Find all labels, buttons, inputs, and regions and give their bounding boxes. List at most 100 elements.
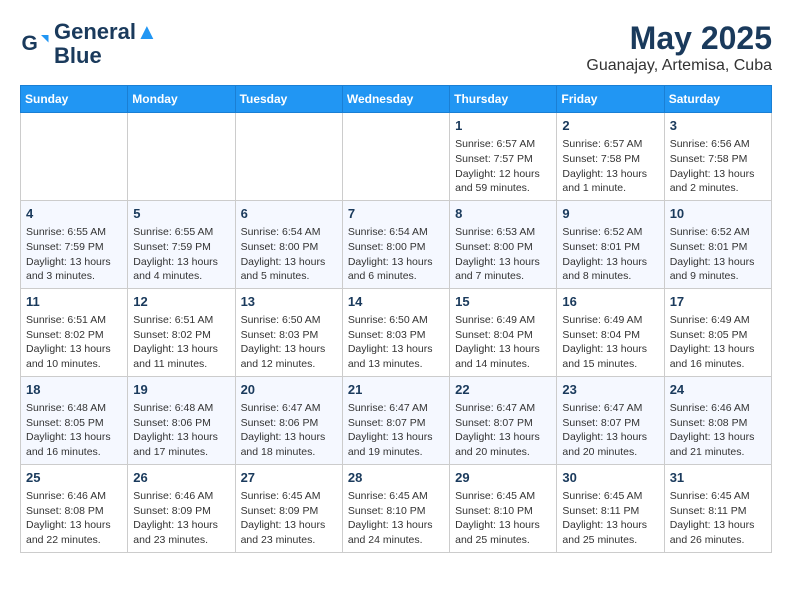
day-info: Sunset: 8:05 PM [26,416,122,431]
day-info: Sunrise: 6:49 AM [455,313,551,328]
day-info: Sunrise: 6:45 AM [241,489,337,504]
day-info: Sunset: 8:02 PM [26,328,122,343]
day-cell: 28Sunrise: 6:45 AMSunset: 8:10 PMDayligh… [342,464,449,552]
day-info: and 23 minutes. [133,533,229,548]
day-info: Daylight: 13 hours [562,430,658,445]
day-number: 22 [455,381,551,399]
day-info: Sunset: 8:00 PM [241,240,337,255]
day-cell: 21Sunrise: 6:47 AMSunset: 8:07 PMDayligh… [342,376,449,464]
day-info: and 20 minutes. [455,445,551,460]
day-info: Sunrise: 6:55 AM [133,225,229,240]
day-info: Daylight: 13 hours [348,518,444,533]
weekday-header-friday: Friday [557,86,664,113]
day-info: Sunrise: 6:49 AM [562,313,658,328]
day-cell: 8Sunrise: 6:53 AMSunset: 8:00 PMDaylight… [450,200,557,288]
day-info: Sunrise: 6:47 AM [562,401,658,416]
day-cell: 9Sunrise: 6:52 AMSunset: 8:01 PMDaylight… [557,200,664,288]
day-info: Sunrise: 6:45 AM [455,489,551,504]
day-info: and 14 minutes. [455,357,551,372]
day-info: Sunrise: 6:55 AM [26,225,122,240]
day-info: Daylight: 13 hours [241,342,337,357]
day-cell: 5Sunrise: 6:55 AMSunset: 7:59 PMDaylight… [128,200,235,288]
day-cell: 20Sunrise: 6:47 AMSunset: 8:06 PMDayligh… [235,376,342,464]
day-number: 6 [241,205,337,223]
day-number: 24 [670,381,766,399]
day-cell: 23Sunrise: 6:47 AMSunset: 8:07 PMDayligh… [557,376,664,464]
day-cell: 2Sunrise: 6:57 AMSunset: 7:58 PMDaylight… [557,113,664,201]
day-info: and 5 minutes. [241,269,337,284]
day-cell: 30Sunrise: 6:45 AMSunset: 8:11 PMDayligh… [557,464,664,552]
weekday-header-monday: Monday [128,86,235,113]
day-info: Sunset: 8:10 PM [455,504,551,519]
day-info: Daylight: 13 hours [455,255,551,270]
day-cell: 19Sunrise: 6:48 AMSunset: 8:06 PMDayligh… [128,376,235,464]
calendar-subtitle: Guanajay, Artemisa, Cuba [586,57,772,75]
day-info: and 19 minutes. [348,445,444,460]
title-block: May 2025 Guanajay, Artemisa, Cuba [586,20,772,75]
day-info: and 12 minutes. [241,357,337,372]
day-info: and 26 minutes. [670,533,766,548]
day-number: 29 [455,469,551,487]
day-cell: 22Sunrise: 6:47 AMSunset: 8:07 PMDayligh… [450,376,557,464]
day-cell: 10Sunrise: 6:52 AMSunset: 8:01 PMDayligh… [664,200,771,288]
day-info: Sunset: 8:08 PM [670,416,766,431]
day-info: Sunrise: 6:52 AM [562,225,658,240]
day-info: and 3 minutes. [26,269,122,284]
day-info: Sunrise: 6:57 AM [455,137,551,152]
day-number: 4 [26,205,122,223]
day-info: and 23 minutes. [241,533,337,548]
day-info: Daylight: 13 hours [670,518,766,533]
day-number: 2 [562,117,658,135]
day-info: and 25 minutes. [562,533,658,548]
day-cell: 16Sunrise: 6:49 AMSunset: 8:04 PMDayligh… [557,288,664,376]
day-info: Sunset: 8:07 PM [348,416,444,431]
day-info: Sunrise: 6:54 AM [348,225,444,240]
day-info: and 15 minutes. [562,357,658,372]
day-info: Sunset: 8:11 PM [670,504,766,519]
week-row-1: 1Sunrise: 6:57 AMSunset: 7:57 PMDaylight… [21,113,772,201]
weekday-header-row: SundayMondayTuesdayWednesdayThursdayFrid… [21,86,772,113]
day-info: Sunset: 8:11 PM [562,504,658,519]
day-info: Sunset: 7:59 PM [133,240,229,255]
day-info: Sunset: 7:59 PM [26,240,122,255]
day-info: and 4 minutes. [133,269,229,284]
day-info: and 20 minutes. [562,445,658,460]
day-number: 27 [241,469,337,487]
day-cell: 4Sunrise: 6:55 AMSunset: 7:59 PMDaylight… [21,200,128,288]
day-info: Sunset: 8:05 PM [670,328,766,343]
day-info: Sunrise: 6:57 AM [562,137,658,152]
day-number: 14 [348,293,444,311]
weekday-header-thursday: Thursday [450,86,557,113]
logo: G General▲ Blue [20,20,158,68]
day-info: Sunset: 7:58 PM [562,152,658,167]
day-cell: 3Sunrise: 6:56 AMSunset: 7:58 PMDaylight… [664,113,771,201]
day-number: 19 [133,381,229,399]
day-info: and 11 minutes. [133,357,229,372]
day-cell: 17Sunrise: 6:49 AMSunset: 8:05 PMDayligh… [664,288,771,376]
day-info: and 9 minutes. [670,269,766,284]
day-info: Daylight: 13 hours [670,430,766,445]
day-info: Sunrise: 6:50 AM [348,313,444,328]
day-cell [21,113,128,201]
day-info: and 7 minutes. [455,269,551,284]
day-info: Daylight: 13 hours [26,430,122,445]
day-info: Sunset: 8:09 PM [133,504,229,519]
day-cell: 13Sunrise: 6:50 AMSunset: 8:03 PMDayligh… [235,288,342,376]
day-info: Sunset: 8:04 PM [455,328,551,343]
day-info: Daylight: 13 hours [562,518,658,533]
day-info: Daylight: 13 hours [348,430,444,445]
day-info: and 24 minutes. [348,533,444,548]
day-number: 23 [562,381,658,399]
day-info: Sunset: 8:00 PM [455,240,551,255]
day-info: and 18 minutes. [241,445,337,460]
day-number: 13 [241,293,337,311]
day-info: and 21 minutes. [670,445,766,460]
day-info: Sunset: 8:01 PM [562,240,658,255]
week-row-5: 25Sunrise: 6:46 AMSunset: 8:08 PMDayligh… [21,464,772,552]
day-info: Daylight: 13 hours [26,518,122,533]
day-info: Daylight: 13 hours [241,255,337,270]
day-info: Daylight: 13 hours [241,430,337,445]
day-number: 10 [670,205,766,223]
day-info: Daylight: 13 hours [455,342,551,357]
day-cell: 12Sunrise: 6:51 AMSunset: 8:02 PMDayligh… [128,288,235,376]
